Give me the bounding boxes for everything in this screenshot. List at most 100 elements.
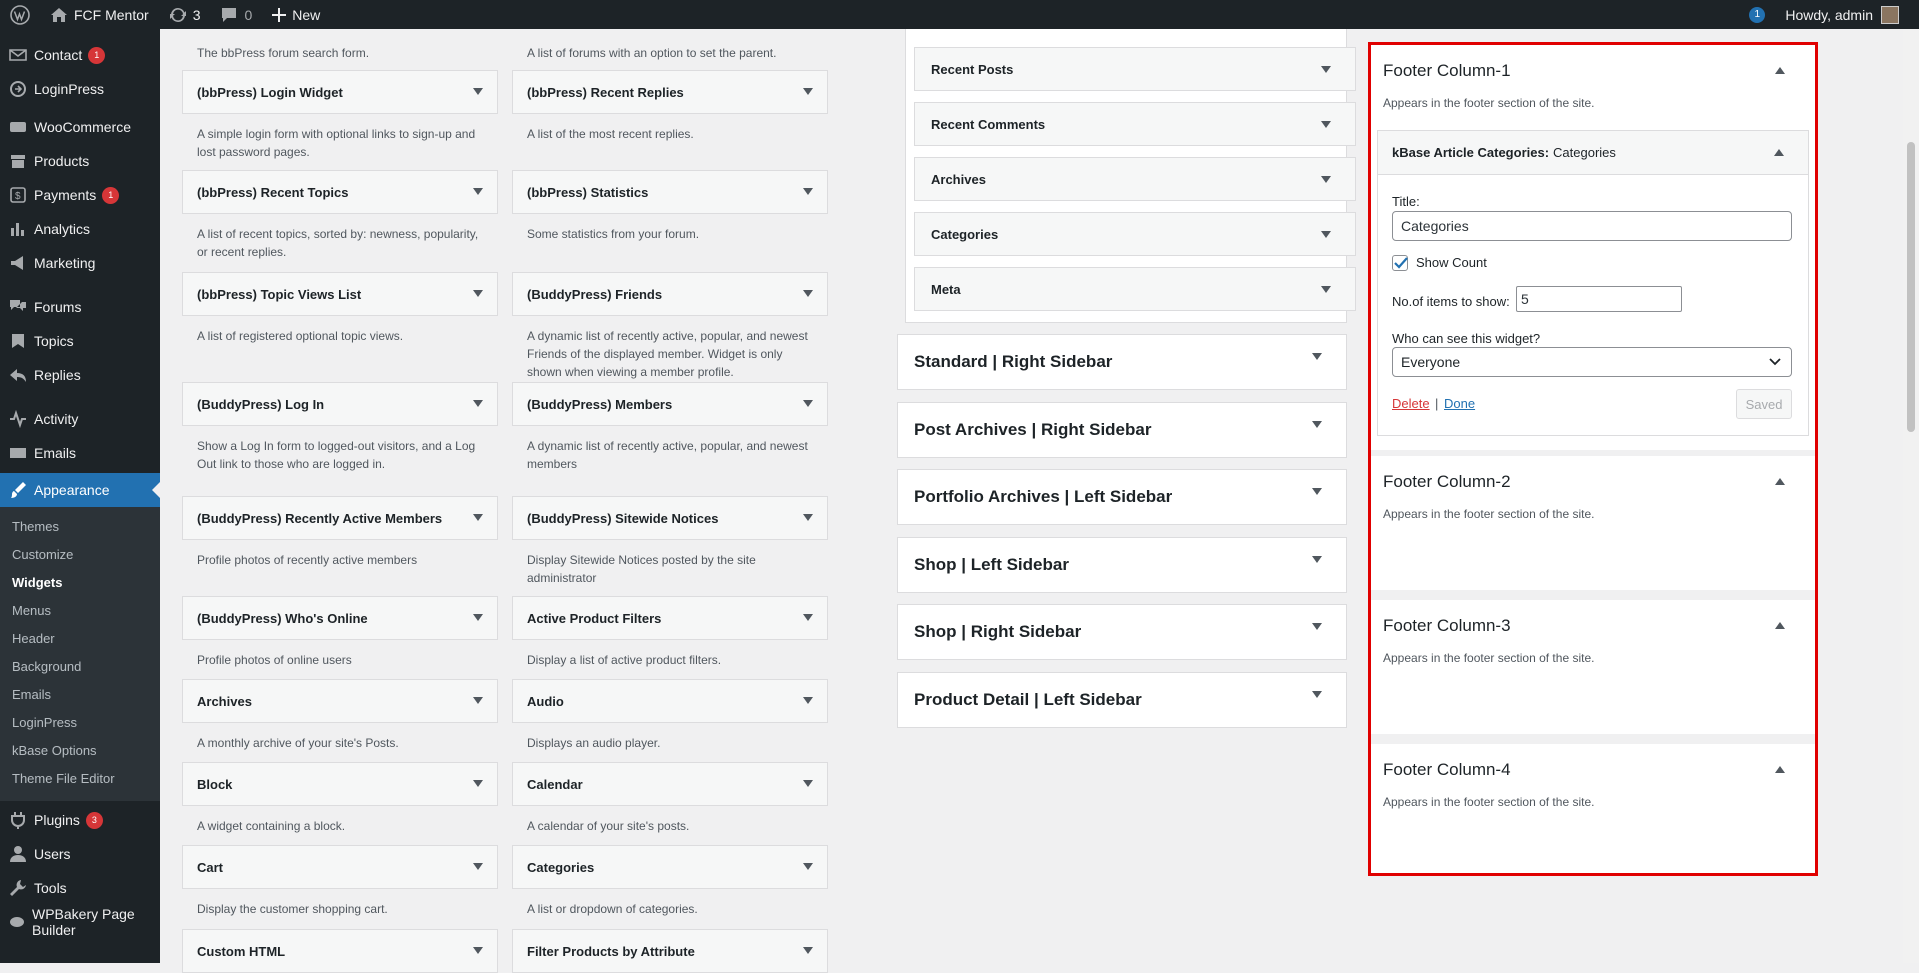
sidebar-title[interactable]: Footer Column-3 xyxy=(1383,616,1511,636)
sidebar-title[interactable]: Footer Column-4 xyxy=(1383,760,1511,780)
available-widget[interactable]: (bbPress) Recent Replies xyxy=(512,70,828,114)
items-count-input[interactable] xyxy=(1516,286,1682,312)
available-widget[interactable]: (BuddyPress) Recently Active Members xyxy=(182,496,498,540)
collapse-arrow-icon[interactable] xyxy=(1775,478,1785,485)
submenu-item-widgets[interactable]: Widgets xyxy=(0,569,160,597)
available-widget[interactable]: Filter Products by Attribute xyxy=(512,929,828,973)
expand-arrow-icon[interactable] xyxy=(1321,176,1331,183)
available-widget[interactable]: Categories xyxy=(512,845,828,889)
available-widget[interactable]: Active Product Filters xyxy=(512,596,828,640)
expand-arrow-icon[interactable] xyxy=(473,697,483,704)
scrollbar-thumb[interactable] xyxy=(1907,142,1915,432)
new-content-link[interactable]: New xyxy=(262,0,330,29)
expand-arrow-icon[interactable] xyxy=(1312,421,1322,428)
comments-link[interactable]: 0 xyxy=(210,0,262,29)
wordpress-logo-icon[interactable] xyxy=(0,0,40,29)
available-widget[interactable]: (BuddyPress) Friends xyxy=(512,272,828,316)
expand-arrow-icon[interactable] xyxy=(803,290,813,297)
expand-arrow-icon[interactable] xyxy=(473,88,483,95)
expand-arrow-icon[interactable] xyxy=(473,188,483,195)
submenu-item-header[interactable]: Header xyxy=(0,625,160,653)
collapse-arrow-icon[interactable] xyxy=(1774,149,1784,156)
menu-item-replies[interactable]: Replies xyxy=(0,358,160,392)
site-name-link[interactable]: FCF Mentor xyxy=(40,0,159,29)
submenu-item-theme-file-editor[interactable]: Theme File Editor xyxy=(0,765,160,793)
expand-arrow-icon[interactable] xyxy=(803,947,813,954)
submenu-item-themes[interactable]: Themes xyxy=(0,513,160,541)
expand-arrow-icon[interactable] xyxy=(803,400,813,407)
visibility-select[interactable]: Everyone xyxy=(1392,347,1792,377)
available-widget[interactable]: (bbPress) Recent Topics xyxy=(182,170,498,214)
menu-item-marketing[interactable]: Marketing xyxy=(0,246,160,280)
menu-item-products[interactable]: Products xyxy=(0,144,160,178)
menu-item-emails[interactable]: Emails xyxy=(0,436,160,470)
sidebar-widget[interactable]: Categories xyxy=(914,212,1356,256)
available-widget[interactable]: Block xyxy=(182,762,498,806)
expand-arrow-icon[interactable] xyxy=(1321,66,1331,73)
widget-area[interactable]: Standard | Right Sidebar xyxy=(897,334,1347,390)
available-widget[interactable]: (bbPress) Topic Views List xyxy=(182,272,498,316)
menu-item-loginpress[interactable]: LoginPress xyxy=(0,72,160,106)
available-widget[interactable]: (bbPress) Statistics xyxy=(512,170,828,214)
expand-arrow-icon[interactable] xyxy=(473,400,483,407)
menu-item-forums[interactable]: Forums xyxy=(0,290,160,324)
menu-item-wpbakery-page-builder[interactable]: WPBakery Page Builder xyxy=(0,905,160,939)
sidebar-widget[interactable]: Archives xyxy=(914,157,1356,201)
sidebar-widget[interactable]: Recent Posts xyxy=(914,47,1356,91)
available-widget[interactable]: (BuddyPress) Sitewide Notices xyxy=(512,496,828,540)
submenu-item-background[interactable]: Background xyxy=(0,653,160,681)
saved-button[interactable]: Saved xyxy=(1736,389,1792,419)
available-widget[interactable]: Calendar xyxy=(512,762,828,806)
notification-badge[interactable]: 1 xyxy=(1749,6,1766,23)
expand-arrow-icon[interactable] xyxy=(1312,623,1322,630)
menu-item-users[interactable]: Users xyxy=(0,837,160,871)
expand-arrow-icon[interactable] xyxy=(473,290,483,297)
done-link[interactable]: Done xyxy=(1444,396,1475,411)
expand-arrow-icon[interactable] xyxy=(803,863,813,870)
updates-link[interactable]: 3 xyxy=(159,0,211,29)
submenu-item-menus[interactable]: Menus xyxy=(0,597,160,625)
collapse-arrow-icon[interactable] xyxy=(1775,622,1785,629)
available-widget[interactable]: Custom HTML xyxy=(182,929,498,973)
expand-arrow-icon[interactable] xyxy=(473,780,483,787)
expand-arrow-icon[interactable] xyxy=(473,863,483,870)
widget-area[interactable]: Portfolio Archives | Left Sidebar xyxy=(897,469,1347,525)
available-widget[interactable]: (BuddyPress) Who's Online xyxy=(182,596,498,640)
menu-item-appearance[interactable]: Appearance xyxy=(0,473,160,507)
expand-arrow-icon[interactable] xyxy=(1321,121,1331,128)
menu-item-tools[interactable]: Tools xyxy=(0,871,160,905)
expand-arrow-icon[interactable] xyxy=(473,947,483,954)
sidebar-title[interactable]: Footer Column-1 xyxy=(1383,61,1511,81)
expand-arrow-icon[interactable] xyxy=(473,614,483,621)
available-widget[interactable]: (bbPress) Login Widget xyxy=(182,70,498,114)
expand-arrow-icon[interactable] xyxy=(803,88,813,95)
page-scrollbar[interactable] xyxy=(1903,29,1919,963)
howdy-user[interactable]: Howdy, admin xyxy=(1785,7,1873,23)
expand-arrow-icon[interactable] xyxy=(803,614,813,621)
expand-arrow-icon[interactable] xyxy=(1312,691,1322,698)
widget-area[interactable]: Product Detail | Left Sidebar xyxy=(897,672,1347,728)
expand-arrow-icon[interactable] xyxy=(1321,286,1331,293)
submenu-item-loginpress[interactable]: LoginPress xyxy=(0,709,160,737)
menu-item-contact[interactable]: Contact 1 xyxy=(0,38,160,72)
title-input[interactable] xyxy=(1392,211,1792,241)
widget-area[interactable]: Shop | Right Sidebar xyxy=(897,604,1347,660)
available-widget[interactable]: (BuddyPress) Log In xyxy=(182,382,498,426)
widget-header[interactable]: kBase Article Categories: Categories xyxy=(1378,131,1808,175)
expand-arrow-icon[interactable] xyxy=(1312,488,1322,495)
expand-arrow-icon[interactable] xyxy=(803,697,813,704)
submenu-item-customize[interactable]: Customize xyxy=(0,541,160,569)
menu-item-plugins[interactable]: Plugins 3 xyxy=(0,803,160,837)
menu-item-topics[interactable]: Topics xyxy=(0,324,160,358)
menu-item-analytics[interactable]: Analytics xyxy=(0,212,160,246)
widget-area[interactable]: Post Archives | Right Sidebar xyxy=(897,402,1347,458)
menu-item-activity[interactable]: Activity xyxy=(0,402,160,436)
expand-arrow-icon[interactable] xyxy=(1312,556,1322,563)
delete-link[interactable]: Delete xyxy=(1392,396,1430,411)
available-widget[interactable]: Archives xyxy=(182,679,498,723)
expand-arrow-icon[interactable] xyxy=(803,780,813,787)
sidebar-widget[interactable]: Recent Comments xyxy=(914,102,1356,146)
available-widget[interactable]: Cart xyxy=(182,845,498,889)
submenu-item-emails[interactable]: Emails xyxy=(0,681,160,709)
sidebar-title[interactable]: Footer Column-2 xyxy=(1383,472,1511,492)
